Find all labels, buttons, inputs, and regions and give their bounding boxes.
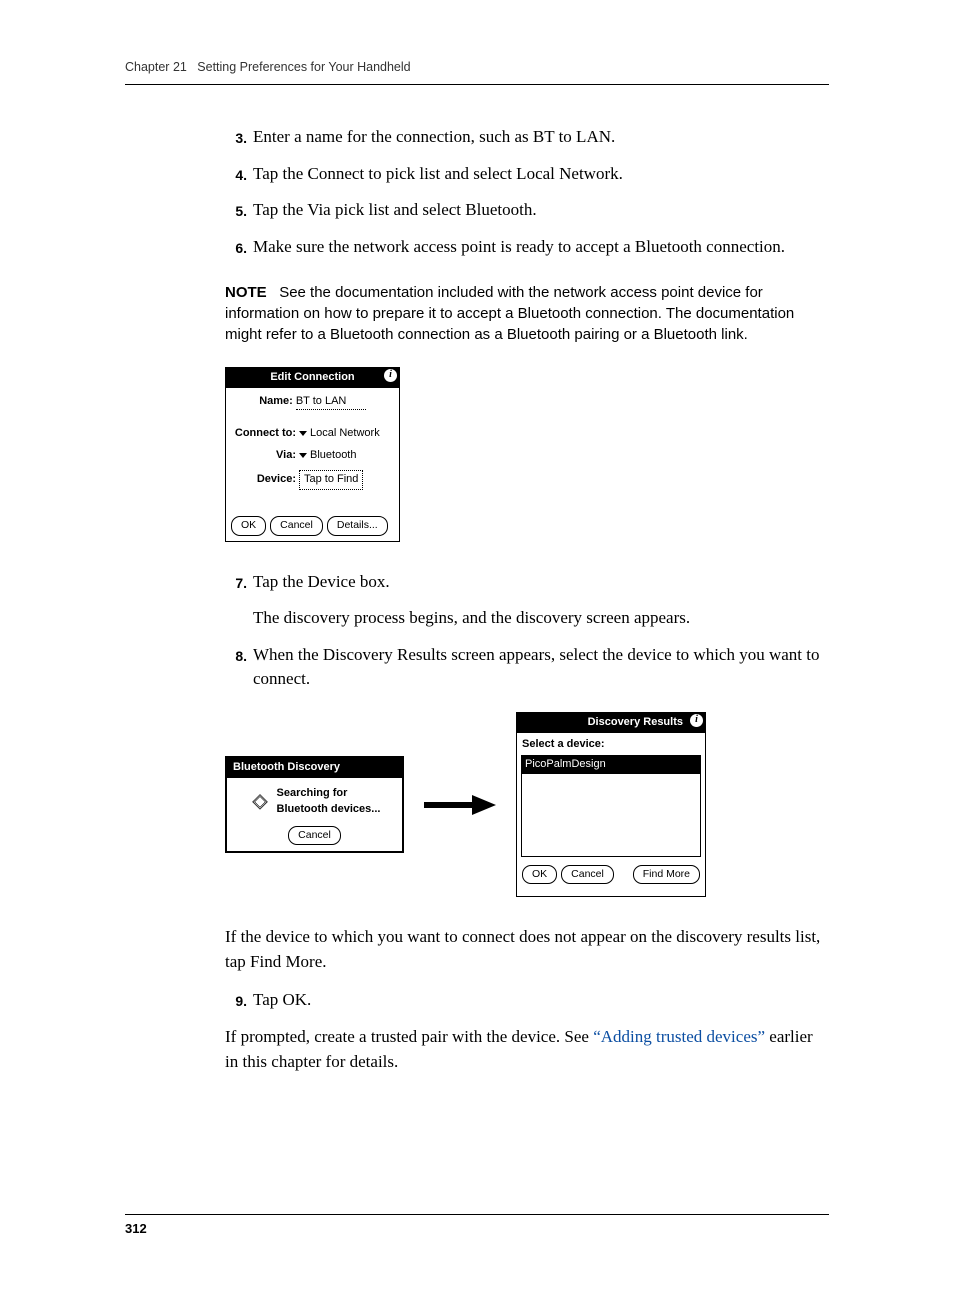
page-number: 312 bbox=[125, 1221, 147, 1236]
arrow-right-icon bbox=[424, 795, 496, 815]
step-number: 5. bbox=[225, 198, 247, 223]
step-text: When the Discovery Results screen appear… bbox=[253, 643, 829, 692]
step-3: 3. Enter a name for the connection, such… bbox=[225, 125, 829, 150]
step-number: 3. bbox=[225, 125, 247, 150]
discovery-results-screen: Discovery Results i Select a device: Pic… bbox=[516, 712, 706, 897]
find-more-button[interactable]: Find More bbox=[633, 865, 700, 884]
screen-titlebar: Discovery Results i bbox=[517, 713, 705, 733]
step-8: 8. When the Discovery Results screen app… bbox=[225, 643, 829, 692]
via-label: Via: bbox=[232, 448, 299, 464]
step-text: Tap the Via pick list and select Bluetoo… bbox=[253, 198, 829, 223]
chevron-down-icon bbox=[299, 431, 307, 436]
chapter-number: Chapter 21 bbox=[125, 60, 187, 74]
select-device-prompt: Select a device: bbox=[517, 733, 705, 753]
search-line1: Searching for bbox=[277, 786, 381, 802]
discovery-screens-row: Bluetooth Discovery Searching for Blueto… bbox=[225, 712, 829, 897]
note-text: See the documentation included with the … bbox=[225, 284, 794, 343]
step-text: Tap the Device box. bbox=[253, 570, 829, 595]
page-header: Chapter 21 Setting Preferences for Your … bbox=[125, 60, 829, 85]
step-9: 9. Tap OK. bbox=[225, 988, 829, 1013]
name-field[interactable]: BT to LAN bbox=[296, 394, 366, 411]
closing-paragraph: If prompted, create a trusted pair with … bbox=[225, 1025, 829, 1074]
step-8-after: If the device to which you want to conne… bbox=[225, 925, 829, 974]
screen-title: Discovery Results bbox=[588, 715, 683, 731]
note-block: NOTE See the documentation included with… bbox=[225, 282, 829, 345]
ok-button[interactable]: OK bbox=[231, 516, 266, 535]
step-6: 6. Make sure the network access point is… bbox=[225, 235, 829, 260]
step-5: 5. Tap the Via pick list and select Blue… bbox=[225, 198, 829, 223]
step-7: 7. Tap the Device box. The discovery pro… bbox=[225, 570, 829, 631]
edit-connection-screen: Edit Connection i Name: BT to LAN Connec… bbox=[225, 367, 400, 542]
step-number: 8. bbox=[225, 643, 247, 692]
step-text: Enter a name for the connection, such as… bbox=[253, 125, 829, 150]
step-text: Tap OK. bbox=[253, 988, 829, 1013]
dialog-title: Bluetooth Discovery bbox=[227, 758, 402, 778]
step-number: 9. bbox=[225, 988, 247, 1013]
search-line2: Bluetooth devices... bbox=[277, 802, 381, 818]
connect-to-picklist[interactable]: Local Network bbox=[299, 426, 380, 442]
step-number: 6. bbox=[225, 235, 247, 260]
closing-before: If prompted, create a trusted pair with … bbox=[225, 1027, 593, 1046]
step-after: The discovery process begins, and the di… bbox=[253, 606, 829, 631]
ok-button[interactable]: OK bbox=[522, 865, 557, 884]
cancel-button[interactable]: Cancel bbox=[561, 865, 614, 884]
cancel-button[interactable]: Cancel bbox=[288, 826, 341, 845]
device-list-item[interactable]: PicoPalmDesign bbox=[522, 756, 700, 774]
step-text: Make sure the network access point is re… bbox=[253, 235, 829, 260]
info-icon[interactable]: i bbox=[384, 369, 397, 382]
cancel-button[interactable]: Cancel bbox=[270, 516, 323, 535]
step-text: Tap the Connect to pick list and select … bbox=[253, 162, 829, 187]
info-icon[interactable]: i bbox=[690, 714, 703, 727]
device-label: Device: bbox=[232, 472, 299, 488]
connect-to-label: Connect to: bbox=[232, 426, 299, 442]
chevron-down-icon bbox=[299, 453, 307, 458]
screen-title: Edit Connection bbox=[270, 370, 354, 386]
device-box[interactable]: Tap to Find bbox=[299, 470, 363, 490]
via-picklist[interactable]: Bluetooth bbox=[299, 448, 356, 464]
bluetooth-discovery-dialog: Bluetooth Discovery Searching for Blueto… bbox=[225, 756, 404, 853]
step-4: 4. Tap the Connect to pick list and sele… bbox=[225, 162, 829, 187]
bluetooth-search-icon bbox=[249, 791, 271, 813]
note-label: NOTE bbox=[225, 284, 267, 301]
device-list[interactable]: PicoPalmDesign bbox=[521, 755, 701, 857]
step-number: 4. bbox=[225, 162, 247, 187]
page-footer: 312 bbox=[125, 1214, 829, 1236]
chapter-title: Setting Preferences for Your Handheld bbox=[197, 60, 410, 74]
step-number: 7. bbox=[225, 570, 247, 631]
screen-titlebar: Edit Connection i bbox=[226, 368, 399, 388]
link-adding-trusted-devices[interactable]: “Adding trusted devices” bbox=[593, 1027, 765, 1046]
name-label: Name: bbox=[259, 394, 296, 410]
details-button[interactable]: Details... bbox=[327, 516, 388, 535]
